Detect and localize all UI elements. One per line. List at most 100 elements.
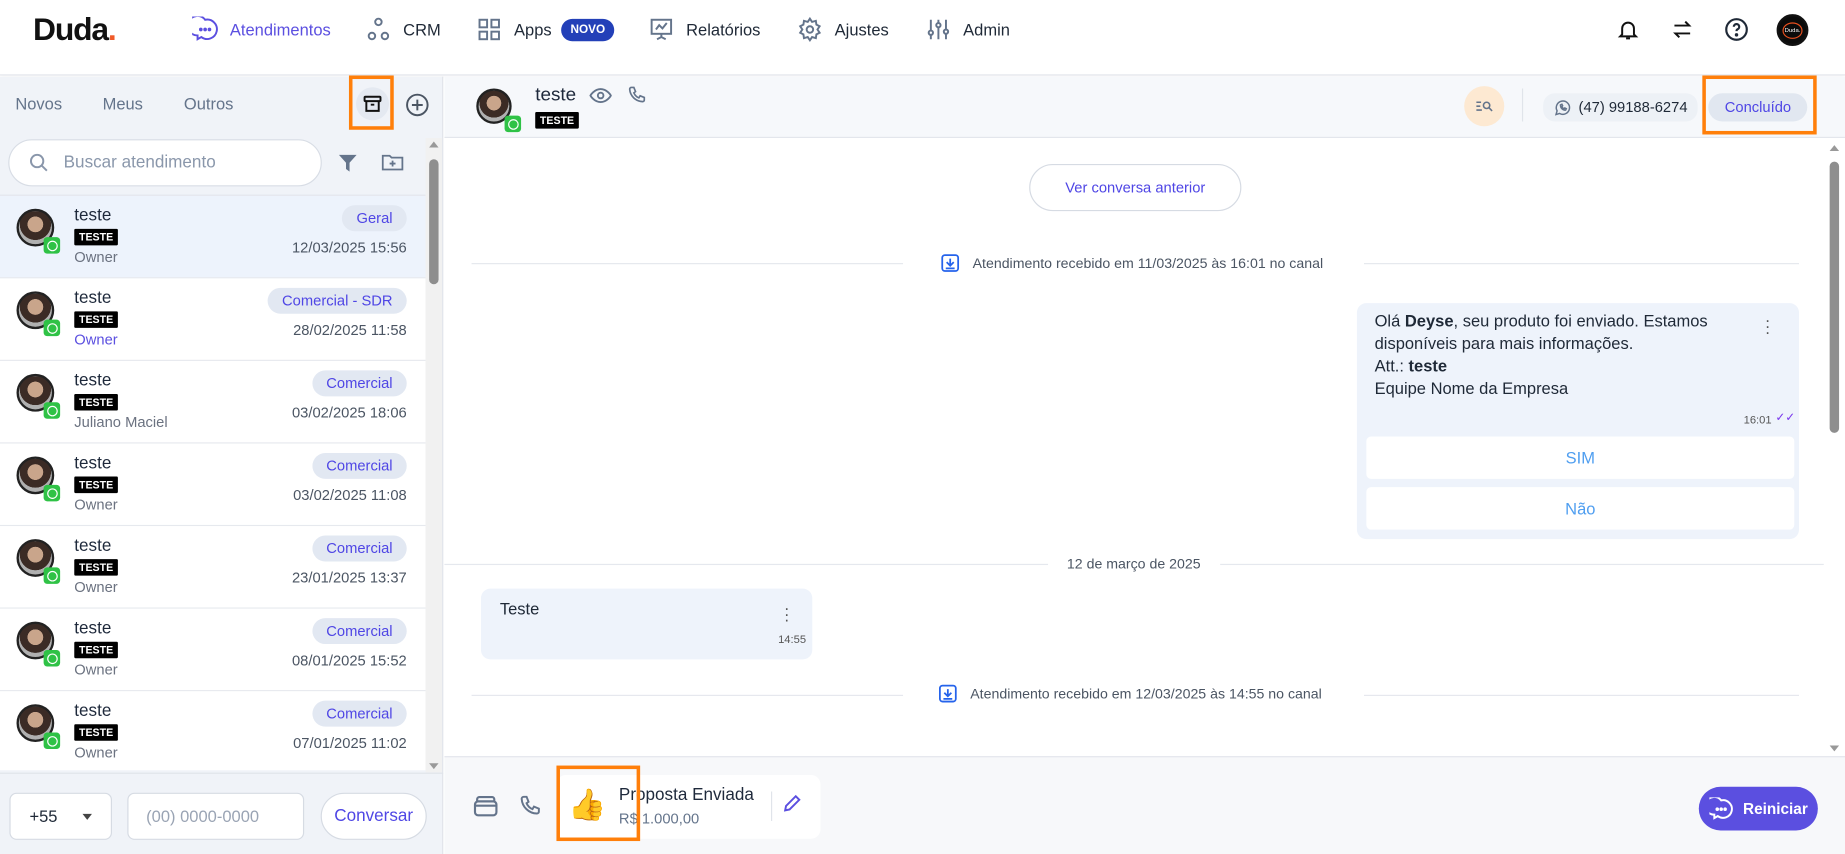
conversation-item[interactable]: teste TESTE Owner Comercial 03/02/2025 1… (0, 443, 426, 527)
top-nav: Duda. Atendimentos CRM Apps NOVO Relatór… (0, 0, 1845, 76)
assignee: Juliano Maciel (74, 414, 168, 431)
chat-icon (192, 16, 218, 41)
restart-button[interactable]: Reiniciar (1698, 786, 1818, 831)
chat-icon (1708, 796, 1733, 820)
conversation-item[interactable]: teste TESTE Owner Comercial 23/01/2025 1… (0, 526, 426, 609)
nav-ajustes[interactable]: Ajustes (797, 16, 889, 43)
contact-name: teste (74, 701, 112, 721)
assignee: Owner (74, 496, 118, 514)
department-badge: Comercial - SDR (267, 287, 407, 314)
conversation-panel: Novos Meus Outros Buscar atendimento tes… (0, 75, 444, 854)
tab-meus[interactable]: Meus (103, 94, 143, 113)
conversation-item[interactable]: teste TESTE Owner Comercial - SDR 28/02/… (0, 278, 426, 361)
nav-admin[interactable]: Admin (925, 17, 1010, 43)
whatsapp-icon (43, 402, 61, 419)
message-text: Olá Deyse, seu produto foi enviado. Esta… (1374, 311, 1708, 398)
chat-scrollbar[interactable] (1825, 138, 1845, 756)
whatsapp-icon (43, 484, 61, 502)
list-scrollbar[interactable] (425, 138, 443, 773)
tab-outros[interactable]: Outros (184, 94, 234, 113)
folder-plus-icon[interactable] (380, 150, 406, 179)
bell-icon[interactable] (1613, 14, 1644, 45)
plus-circle-icon (406, 93, 429, 117)
eye-icon[interactable] (589, 86, 612, 111)
phone-icon[interactable] (627, 85, 647, 111)
message-text: Teste (499, 599, 540, 619)
assignee: Owner (74, 248, 118, 266)
whatsapp-icon (43, 567, 61, 584)
help-icon[interactable] (1721, 14, 1752, 45)
assignee: Owner (74, 744, 118, 761)
message-menu-icon[interactable]: · · · (1765, 311, 1771, 339)
assignee: Owner (74, 661, 118, 679)
previous-conversation-button[interactable]: Ver conversa anterior (1029, 163, 1242, 212)
nav-relatorios[interactable]: Relatórios (648, 17, 760, 43)
add-conversation-button[interactable] (404, 92, 430, 124)
conversation-list: teste TESTE Owner Geral 12/03/2025 15:56… (0, 194, 426, 771)
contact-name: teste (535, 84, 577, 105)
contact-tag: TESTE (74, 228, 118, 246)
crm-icon (367, 17, 390, 41)
highlight-box (556, 765, 641, 842)
nav-label: Apps (514, 20, 552, 39)
contact-name: teste (74, 536, 112, 556)
option-sim[interactable]: SIM (1366, 436, 1795, 479)
conversation-date: 12/03/2025 15:56 (291, 239, 407, 256)
filter-icon[interactable] (337, 151, 358, 180)
user-avatar[interactable]: Duda. (1776, 14, 1809, 47)
list-search-icon (1476, 101, 1493, 112)
conversation-item[interactable]: teste TESTE Owner Comercial 07/01/2025 1… (0, 691, 426, 771)
nav-apps[interactable]: Apps NOVO (476, 17, 615, 43)
conversation-item[interactable]: teste TESTE Owner Geral 12/03/2025 15:56 (0, 195, 426, 279)
archive-icon (363, 95, 382, 112)
switch-icon[interactable] (1667, 14, 1698, 45)
search-placeholder: Buscar atendimento (63, 153, 216, 173)
conversation-item[interactable]: teste TESTE Juliano Maciel Comercial 03/… (0, 360, 426, 444)
chat-messages: Ver conversa anterior Atendimento recebi… (444, 138, 1845, 757)
phone-call-icon[interactable] (519, 794, 543, 823)
contact-tag: TESTE (74, 311, 118, 328)
whatsapp-icon (43, 649, 61, 667)
tab-novos[interactable]: Novos (15, 94, 62, 113)
logo[interactable]: Duda. (33, 12, 117, 49)
conversation-date: 23/01/2025 13:37 (291, 569, 407, 587)
incoming-message: Teste · · · 14:55 (480, 588, 813, 660)
contact-tag: TESTE (535, 112, 579, 129)
inbox-download-icon (938, 684, 957, 703)
option-nao[interactable]: Não (1366, 487, 1795, 530)
assignee: Owner (74, 331, 118, 348)
whatsapp-icon (43, 319, 61, 337)
message-menu-icon[interactable]: · · · (784, 599, 790, 627)
grid-icon (478, 18, 500, 41)
department-badge: Comercial (312, 452, 407, 479)
nav-crm[interactable]: CRM (365, 17, 441, 43)
contact-tag: TESTE (74, 393, 118, 411)
edit-deal-icon[interactable] (782, 793, 803, 820)
inbox-download-icon (941, 254, 960, 272)
nav-label: Ajustes (834, 20, 889, 39)
search-icon (29, 153, 48, 172)
outgoing-message: Olá Deyse, seu produto foi enviado. Esta… (1356, 303, 1800, 540)
start-conversation-button[interactable]: Conversar (320, 792, 427, 840)
gear-icon (798, 16, 822, 43)
country-code-select[interactable]: +55 (9, 792, 112, 840)
contact-phone[interactable]: (47) 99188-6274 (1543, 93, 1699, 122)
nav-label: CRM (403, 20, 441, 39)
whatsapp-icon (43, 732, 61, 750)
nav-atendimentos[interactable]: Atendimentos (192, 16, 331, 43)
system-message: Atendimento recebido em 12/03/2025 às 14… (937, 683, 1322, 704)
contact-tag: TESTE (74, 641, 118, 659)
wallet-icon[interactable] (473, 794, 499, 823)
phone-input[interactable]: (00) 0000-0000 (127, 792, 305, 840)
search-messages-button[interactable] (1464, 86, 1505, 127)
conversation-item[interactable]: teste TESTE Owner Comercial 08/01/2025 1… (0, 608, 426, 692)
date-separator: 12 de março de 2025 (1066, 555, 1201, 573)
status-badge[interactable]: Concluído (1708, 93, 1808, 122)
conversation-date: 03/02/2025 11:08 (293, 487, 407, 504)
archive-button[interactable] (356, 87, 390, 121)
search-input[interactable]: Buscar atendimento (8, 139, 322, 187)
chevron-down-icon (82, 813, 92, 825)
department-badge: Comercial (312, 535, 407, 562)
department-badge: Geral (342, 205, 407, 232)
message-time: 14:55 (778, 633, 807, 647)
